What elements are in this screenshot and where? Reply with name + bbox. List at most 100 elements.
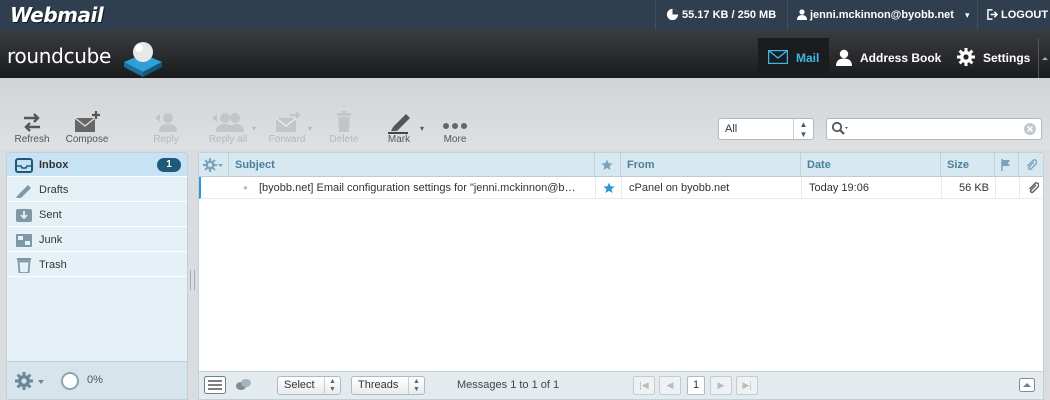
- threads-menu[interactable]: Threads ▲ ▼: [351, 376, 425, 395]
- app-header: roundcube Mail Address Book Settings: [0, 30, 1050, 78]
- divider: [787, 0, 788, 30]
- chevron-down-icon: ▾: [419, 124, 424, 133]
- list-layout-icon[interactable]: [204, 376, 226, 394]
- column-size[interactable]: Size: [941, 153, 995, 177]
- folder-junk[interactable]: Junk: [7, 228, 187, 252]
- refresh-icon: [24, 113, 40, 132]
- roundcube-logo-icon: [122, 38, 164, 81]
- divider: [977, 0, 978, 30]
- envelope-icon: [767, 50, 789, 65]
- junk-icon: [16, 234, 32, 247]
- divider: [801, 177, 802, 199]
- nav-settings[interactable]: Settings: [947, 38, 1040, 78]
- reply-icon: [155, 113, 177, 132]
- divider: [655, 0, 656, 30]
- reply-button[interactable]: Reply: [141, 110, 191, 145]
- search-icon[interactable]: [831, 121, 851, 137]
- unread-badge: 1: [157, 158, 181, 172]
- more-button[interactable]: More: [430, 110, 480, 145]
- column-from[interactable]: From: [621, 153, 801, 177]
- message-subject[interactable]: [byobb.net] Email configuration settings…: [253, 177, 595, 199]
- message-size: 56 KB: [959, 182, 989, 194]
- folder-sent[interactable]: Sent: [7, 203, 187, 227]
- mark-button[interactable]: Mark ▾: [374, 110, 424, 145]
- pane-splitter[interactable]: [190, 270, 195, 290]
- folder-settings-gear-icon[interactable]: [15, 372, 47, 390]
- trash-icon: [17, 258, 31, 273]
- nav-mail[interactable]: Mail: [758, 38, 830, 78]
- trash-icon: [337, 111, 351, 132]
- webmail-brand: Webmail: [10, 3, 104, 27]
- refresh-button[interactable]: Refresh: [7, 110, 57, 145]
- divider: [1019, 177, 1020, 199]
- more-dots-icon: [443, 123, 467, 129]
- folder-list: Inbox 1 Drafts Sent Junk Trash 0%: [6, 152, 188, 400]
- column-subject[interactable]: Subject: [229, 153, 595, 177]
- gear-icon: [957, 48, 975, 67]
- unread-dot-icon: ●: [243, 183, 248, 192]
- message-list-header: Subject From Date Size: [199, 153, 1043, 177]
- search-input[interactable]: [853, 121, 1013, 137]
- divider: [995, 177, 996, 199]
- forward-button[interactable]: Forward ▾: [262, 110, 312, 145]
- user-menu[interactable]: jenni.mckinnon@byobb.net ▾: [797, 0, 970, 30]
- select-arrows-icon: ▲ ▼: [793, 119, 813, 139]
- column-status[interactable]: [995, 153, 1019, 177]
- divider: [621, 177, 622, 199]
- message-from: cPanel on byobb.net: [629, 182, 730, 194]
- chevron-down-icon: ▾: [251, 124, 256, 133]
- user-icon: [797, 8, 807, 20]
- delete-button[interactable]: Delete: [319, 110, 369, 145]
- pie-chart-icon: [666, 8, 679, 20]
- select-menu[interactable]: Select ▲ ▼: [277, 376, 341, 395]
- list-options-gear-icon: [203, 158, 223, 173]
- message-list: Subject From Date Size ● [byobb.net] Ema…: [198, 152, 1044, 400]
- compose-icon: [74, 111, 100, 132]
- list-footer: Select ▲ ▼ Threads ▲ ▼ Messages 1 to 1 of …: [199, 371, 1043, 399]
- filter-select[interactable]: All ▲ ▼: [718, 118, 814, 140]
- roundcube-logo[interactable]: roundcube: [7, 44, 111, 68]
- message-flag[interactable]: [597, 177, 623, 199]
- previous-page-button[interactable]: ◀: [659, 376, 681, 395]
- chevron-down-icon: ▾: [307, 124, 312, 133]
- reply-all-button[interactable]: Reply all ▾: [200, 110, 256, 145]
- caret-up-icon: [1042, 57, 1048, 60]
- header-menu-toggle[interactable]: [1038, 38, 1050, 78]
- folder-inbox[interactable]: Inbox 1: [7, 153, 187, 177]
- search-box: [826, 118, 1042, 140]
- list-options-button[interactable]: [199, 153, 229, 177]
- next-page-button[interactable]: ▶: [710, 376, 732, 395]
- star-icon: [601, 159, 613, 171]
- threads-toggle-icon[interactable]: [233, 377, 253, 393]
- logout-link[interactable]: LOGOUT: [987, 0, 1048, 30]
- person-icon: [836, 49, 852, 66]
- message-attachment: [1021, 177, 1043, 199]
- clear-search-icon[interactable]: [1024, 123, 1036, 135]
- current-page[interactable]: 1: [687, 376, 705, 395]
- last-page-button[interactable]: ▶|: [736, 376, 758, 395]
- column-date[interactable]: Date: [801, 153, 941, 177]
- folder-drafts[interactable]: Drafts: [7, 178, 187, 202]
- chevron-down-icon: ▾: [965, 10, 970, 20]
- quota-percent: 0%: [87, 374, 103, 386]
- folder-footer: 0%: [7, 361, 187, 399]
- compose-button[interactable]: Compose: [62, 110, 112, 145]
- mail-toolbar: Refresh Compose Reply Reply all ▾ Forward…: [0, 78, 1050, 150]
- top-bar: Webmail 55.17 KB / 250 MB jenni.mckinnon…: [0, 0, 1050, 30]
- star-icon: [603, 182, 615, 194]
- message-count: Messages 1 to 1 of 1: [457, 379, 560, 391]
- quota-usage: 55.17 KB / 250 MB: [666, 0, 776, 30]
- folder-trash[interactable]: Trash: [7, 253, 187, 277]
- reply-all-icon: [212, 113, 244, 132]
- pencil-icon: [16, 185, 31, 198]
- first-page-button[interactable]: |◀: [633, 376, 655, 395]
- marker-icon: [388, 114, 410, 134]
- divider: [941, 177, 942, 199]
- paperclip-icon: [1027, 159, 1038, 171]
- message-date: Today 19:06: [809, 182, 869, 194]
- column-flag[interactable]: [595, 153, 621, 177]
- flag-icon: [1001, 159, 1010, 172]
- column-attachment[interactable]: [1019, 153, 1043, 177]
- nav-address-book[interactable]: Address Book: [826, 38, 951, 78]
- toggle-preview-icon[interactable]: [1019, 378, 1035, 392]
